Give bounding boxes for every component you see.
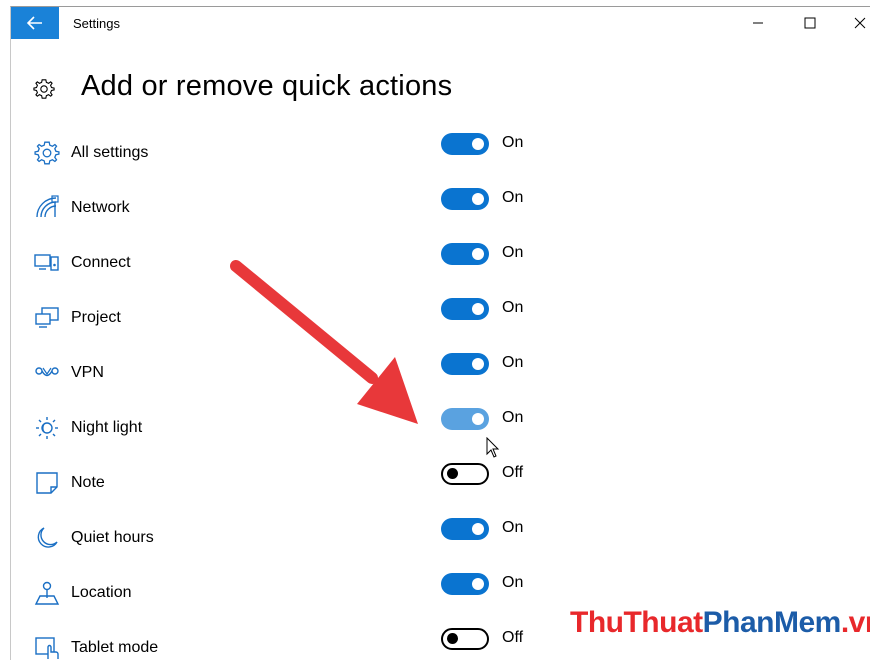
watermark: ThuThuatPhanMem.vn bbox=[570, 606, 870, 640]
mouse-cursor-icon bbox=[486, 437, 500, 458]
watermark-part: ThuThuat bbox=[570, 606, 703, 639]
watermark-part: PhanMem bbox=[702, 606, 842, 639]
watermark-part: .vn bbox=[840, 606, 870, 639]
annotation-arrow bbox=[230, 260, 418, 424]
